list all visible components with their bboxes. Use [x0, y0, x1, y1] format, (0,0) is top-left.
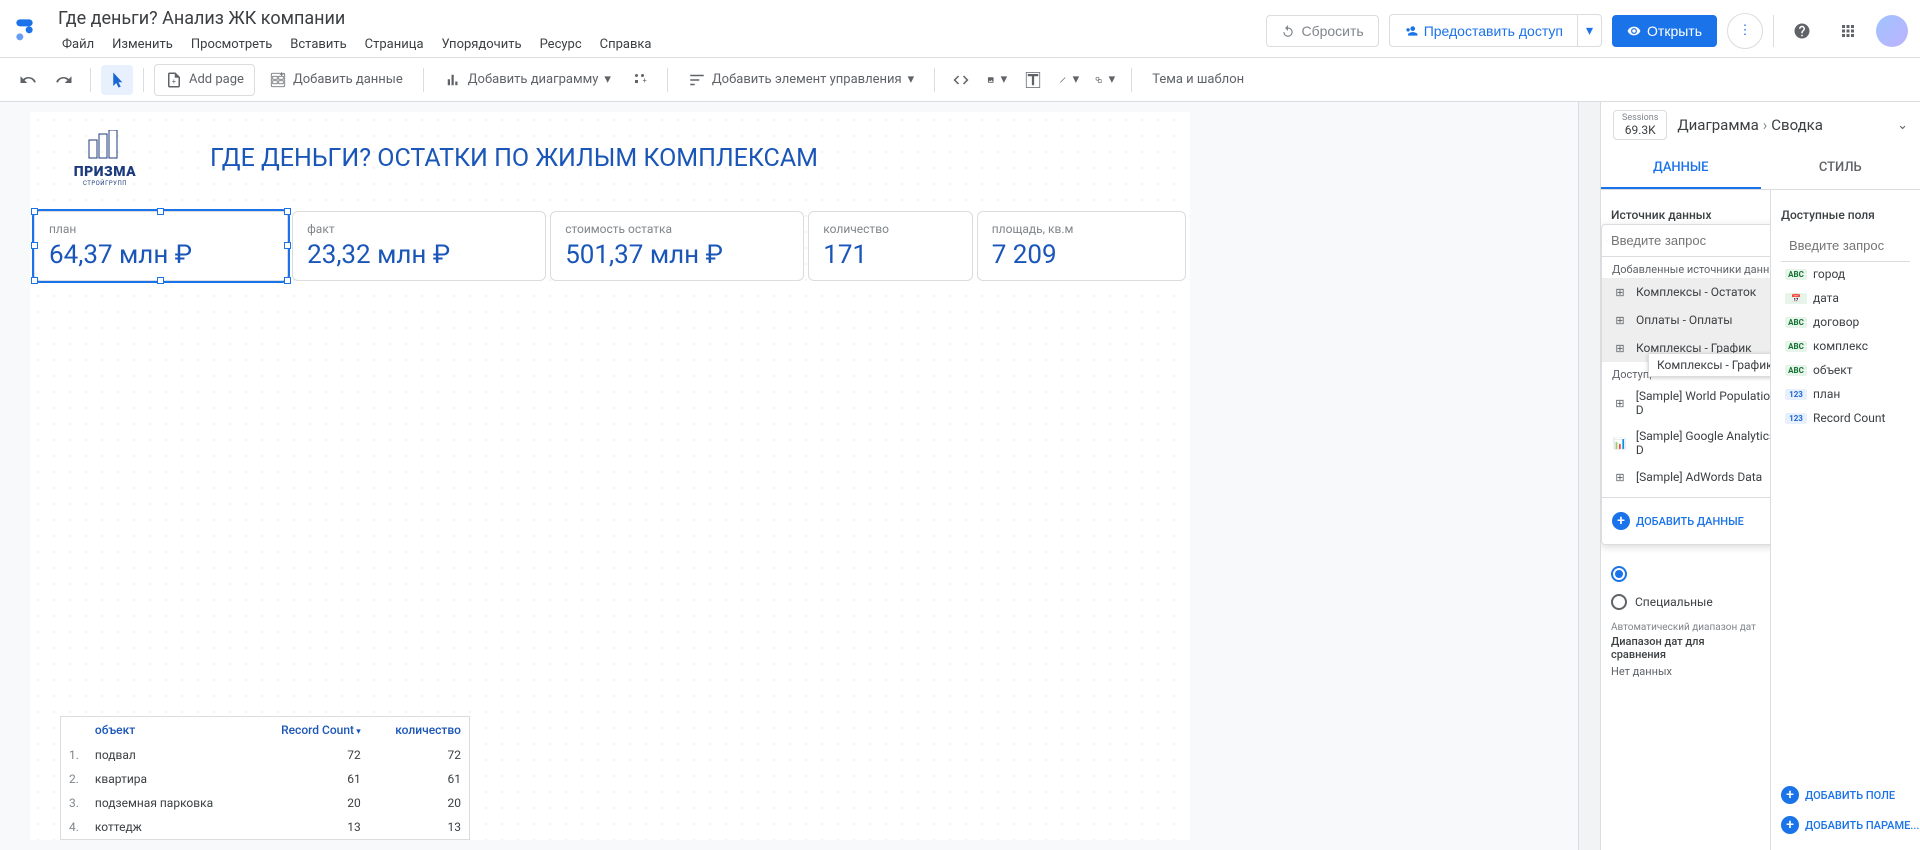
embed-button[interactable]: [945, 65, 977, 95]
document-title[interactable]: Где деньги? Анализ ЖК компании: [54, 6, 1266, 31]
panel-breadcrumb: Диаграмма›Сводка: [1677, 116, 1823, 134]
table-chart[interactable]: объект Record Count количество 1.подвал7…: [60, 716, 470, 840]
menu-bar: Файл Изменить Просмотреть Вставить Стран…: [54, 33, 1266, 56]
field-item[interactable]: ABCкомплекс: [1781, 334, 1910, 358]
undo-button[interactable]: [12, 65, 44, 95]
table-row: 1.подвал7272: [61, 743, 469, 767]
datasource-item[interactable]: ⊞Комплексы - Остаток: [1602, 278, 1770, 306]
report-title: ГДЕ ДЕНЬГИ? ОСТАТКИ ПО ЖИЛЫМ КОМПЛЕКСАМ: [210, 144, 818, 173]
fields-search-input[interactable]: [1785, 234, 1920, 257]
field-item[interactable]: 123план: [1781, 382, 1910, 406]
datasource-item[interactable]: ⊞Оплаты - Оплаты: [1602, 306, 1770, 334]
add-field-link[interactable]: +ДОБАВИТЬ ПОЛЕ: [1781, 780, 1919, 810]
field-item[interactable]: 📅дата: [1781, 286, 1910, 310]
chart-type-icon[interactable]: Sessions 69.3K: [1613, 110, 1667, 140]
scorecard-plan[interactable]: план 64,37 млн ₽: [34, 211, 288, 281]
datastudio-logo: [12, 15, 44, 47]
text-button[interactable]: [1017, 65, 1049, 95]
available-fields: Доступные поля ABCгород 📅дата ABCдоговор…: [1770, 190, 1920, 850]
apps-icon[interactable]: [1830, 13, 1866, 49]
add-data-link[interactable]: +ДОБАВИТЬ ДАННЫЕ: [1612, 506, 1770, 536]
radio-auto[interactable]: [1611, 560, 1760, 588]
menu-file[interactable]: Файл: [54, 33, 102, 56]
tooltip: Комплексы - График: [1648, 353, 1770, 377]
scorecards-row: план 64,37 млн ₽ факт 23,32 млн ₽ стоимо…: [30, 205, 1190, 287]
app-header: Где деньги? Анализ ЖК компании Файл Изме…: [0, 0, 1920, 58]
company-logo: ПРИЗМА СТРОЙГРУПП: [60, 130, 150, 187]
scorecard-fact[interactable]: факт 23,32 млн ₽: [292, 211, 546, 281]
menu-arrange[interactable]: Упорядочить: [434, 33, 530, 56]
menu-insert[interactable]: Вставить: [282, 33, 354, 56]
add-control-button[interactable]: Добавить элемент управления ▾: [678, 65, 924, 95]
canvas[interactable]: ПРИЗМА СТРОЙГРУПП ГДЕ ДЕНЬГИ? ОСТАТКИ ПО…: [0, 102, 1578, 850]
field-item[interactable]: 123Record Count: [1781, 406, 1910, 430]
line-button[interactable]: ▾: [1053, 65, 1085, 95]
share-button[interactable]: Предоставить доступ: [1389, 14, 1577, 47]
datasource-item[interactable]: 📊[Sample] Google Analytics D: [1602, 423, 1770, 463]
menu-edit[interactable]: Изменить: [104, 33, 181, 56]
community-viz-button[interactable]: +: [625, 65, 657, 95]
toolbar: + Add page + Добавить данные Добавить ди…: [0, 58, 1920, 102]
shape-button[interactable]: ▾: [1089, 65, 1121, 95]
datasource-item[interactable]: ⊞[Sample] World Population D: [1602, 383, 1770, 423]
menu-resource[interactable]: Ресурс: [532, 33, 590, 56]
radio-special[interactable]: Специальные: [1611, 588, 1760, 616]
panel-header: Sessions 69.3K Диаграмма›Сводка ⌄: [1601, 102, 1920, 148]
open-button[interactable]: Открыть: [1612, 15, 1717, 47]
more-options-button[interactable]: ⋮: [1727, 13, 1763, 49]
scorecard-area[interactable]: площадь, кв.м 7 209: [977, 211, 1186, 281]
svg-text:+: +: [279, 71, 283, 79]
datasource-item[interactable]: ⊞[Sample] AdWords Data: [1602, 463, 1770, 491]
table-row: 3.подземная парковка2020: [61, 791, 469, 815]
collapse-icon[interactable]: ⌄: [1897, 118, 1908, 133]
redo-button[interactable]: [48, 65, 80, 95]
user-avatar[interactable]: [1876, 15, 1908, 47]
scorecard-cost[interactable]: стоимость остатка 501,37 млн ₽: [550, 211, 804, 281]
add-data-button[interactable]: + Добавить данные: [259, 65, 413, 95]
scorecard-count[interactable]: количество 171: [808, 211, 972, 281]
svg-text:+: +: [642, 76, 646, 85]
tab-style[interactable]: СТИЛЬ: [1761, 148, 1920, 189]
title-area: Где деньги? Анализ ЖК компании Файл Изме…: [54, 6, 1266, 56]
add-page-button[interactable]: + Add page: [154, 64, 255, 96]
panel-tabs: ДАННЫЕ СТИЛЬ: [1601, 148, 1920, 190]
properties-panel: Sessions 69.3K Диаграмма›Сводка ⌄ ДАННЫЕ…: [1600, 102, 1920, 850]
data-config: Источник данных Добавленные источники да…: [1601, 190, 1770, 850]
menu-page[interactable]: Страница: [357, 33, 432, 56]
theme-button[interactable]: Тема и шаблон: [1142, 66, 1254, 93]
tab-data[interactable]: ДАННЫЕ: [1601, 148, 1761, 189]
table-row: 4.коттедж1313: [61, 815, 469, 839]
vertical-ruler: [1578, 102, 1600, 850]
select-tool[interactable]: [101, 65, 133, 95]
image-button[interactable]: ▾: [981, 65, 1013, 95]
report-page: ПРИЗМА СТРОЙГРУПП ГДЕ ДЕНЬГИ? ОСТАТКИ ПО…: [30, 112, 1190, 840]
table-row: 2.квартира6161: [61, 767, 469, 791]
reset-button[interactable]: Сбросить: [1266, 15, 1378, 47]
datasource-search-input[interactable]: [1607, 229, 1770, 252]
datasource-picker: Добавленные источники данных ⊞Комплексы …: [1601, 224, 1770, 545]
field-item[interactable]: ABCгород: [1781, 262, 1910, 286]
field-item[interactable]: ABCобъект: [1781, 358, 1910, 382]
field-item[interactable]: ABCдоговор: [1781, 310, 1910, 334]
add-param-link[interactable]: +ДОБАВИТЬ ПАРАМЕ...: [1781, 810, 1919, 840]
main-area: ПРИЗМА СТРОЙГРУПП ГДЕ ДЕНЬГИ? ОСТАТКИ ПО…: [0, 102, 1920, 850]
datasource-search[interactable]: [1602, 225, 1770, 257]
fields-search[interactable]: [1781, 230, 1910, 262]
menu-help[interactable]: Справка: [592, 33, 660, 56]
menu-view[interactable]: Просмотреть: [183, 33, 280, 56]
source-label: Источник данных: [1611, 208, 1760, 222]
svg-text:+: +: [172, 76, 176, 85]
header-actions: Сбросить Предоставить доступ ▾ Открыть ⋮: [1266, 13, 1908, 49]
add-chart-button[interactable]: Добавить диаграмму ▾: [434, 65, 621, 95]
help-icon[interactable]: [1784, 13, 1820, 49]
share-dropdown[interactable]: ▾: [1577, 14, 1602, 47]
